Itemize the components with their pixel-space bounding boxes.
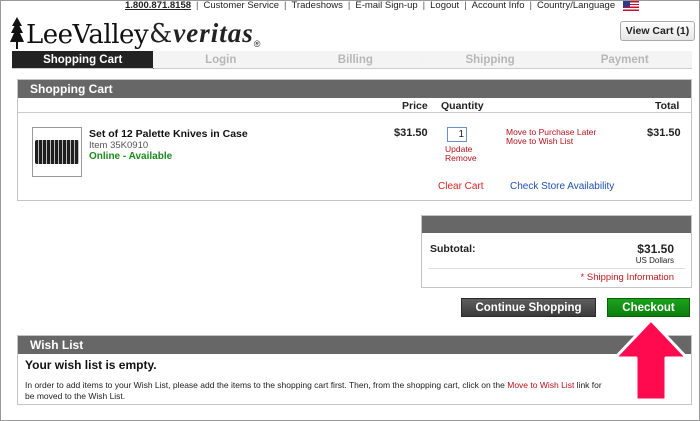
us-flag-icon[interactable] [623,0,640,11]
wish-list-empty-message: Your wish list is empty. [25,358,157,372]
step-billing: Billing› [288,51,427,68]
site-logo[interactable]: LeeValley & veritas ® [10,15,260,49]
tree-icon [10,17,24,49]
step-shipping-label: Shipping [465,54,515,66]
quantity-input[interactable]: 1 [447,127,467,142]
product-item-number: Item 35K0910 [89,140,149,151]
product-name[interactable]: Set of 12 Palette Knives in Case [89,128,248,140]
checkout-button[interactable]: Checkout [607,298,690,317]
shopping-cart-panel: Shopping Cart Price Quantity Total Set o… [17,79,692,201]
view-cart-button[interactable]: View Cart (1) [620,21,695,41]
move-to-wish-list-inline-link[interactable]: Move to Wish List [507,380,574,390]
divider [428,268,685,269]
currency-label: US Dollars [635,256,674,265]
subtotal-value: $31.50 [637,242,674,256]
palette-knives-thumbnail [35,140,79,164]
price-column-header: Price [402,100,428,112]
product-availability: Online - Available [89,151,173,162]
top-links-bar: 1.800.871.8158 | Customer Service | Trad… [120,0,640,11]
wish-list-title: Wish List [18,336,691,354]
step-login-label: Login [205,54,237,66]
logout-link[interactable]: Logout [425,0,464,11]
check-store-availability-link[interactable]: Check Store Availability [510,181,614,192]
product-image[interactable] [32,127,82,177]
phone-link[interactable]: 1.800.871.8158 [120,0,196,11]
order-summary-panel: Subtotal: $31.50 US Dollars * Shipping I… [421,215,692,288]
tradeshows-link[interactable]: Tradeshows [286,0,347,11]
remove-link[interactable]: Remove [445,153,477,163]
wish-list-instructions: In order to add items to your Wish List,… [25,380,680,402]
step-login: Login› [153,51,292,68]
logo-veritas: veritas [173,18,254,48]
registered-mark: ® [253,39,261,49]
customer-service-link[interactable]: Customer Service [199,0,285,11]
step-shipping: Shipping› [422,51,561,68]
cart-column-headers: Price Quantity Total [18,99,691,113]
wish-list-panel: Wish List Your wish list is empty. In or… [17,335,692,405]
account-info-link[interactable]: Account Info [467,0,530,11]
country-language-link[interactable]: Country/Language [532,0,620,11]
email-signup-link[interactable]: E-mail Sign-up [350,0,422,11]
wish-text-part3: be moved to the Wish List. [25,391,126,401]
logo-lee-valley: LeeValley [26,20,149,50]
step-payment: Payment [557,51,693,68]
shopping-cart-title: Shopping Cart [18,80,691,98]
item-price: $31.50 [394,127,428,139]
step-shopping-cart: Shopping Cart [12,51,163,69]
up-arrow-icon [613,318,689,402]
checkout-steps: Shopping Cart Login› Billing› Shipping› … [12,51,693,69]
wish-text-part2: link for [574,380,602,390]
step-billing-label: Billing [337,54,373,66]
continue-shopping-button[interactable]: Continue Shopping [461,298,596,317]
item-total: $31.50 [647,127,681,139]
shipping-information-link[interactable]: * Shipping Information [581,272,674,283]
wish-text-part1: In order to add items to your Wish List,… [25,380,508,390]
order-summary-header [422,216,691,233]
move-to-wish-list-link[interactable]: Move to Wish List [506,136,573,146]
total-column-header: Total [655,100,680,112]
quantity-column-header: Quantity [441,100,484,112]
subtotal-label: Subtotal: [430,243,476,255]
clear-cart-link[interactable]: Clear Cart [438,181,484,192]
logo-ampersand: & [149,19,173,49]
